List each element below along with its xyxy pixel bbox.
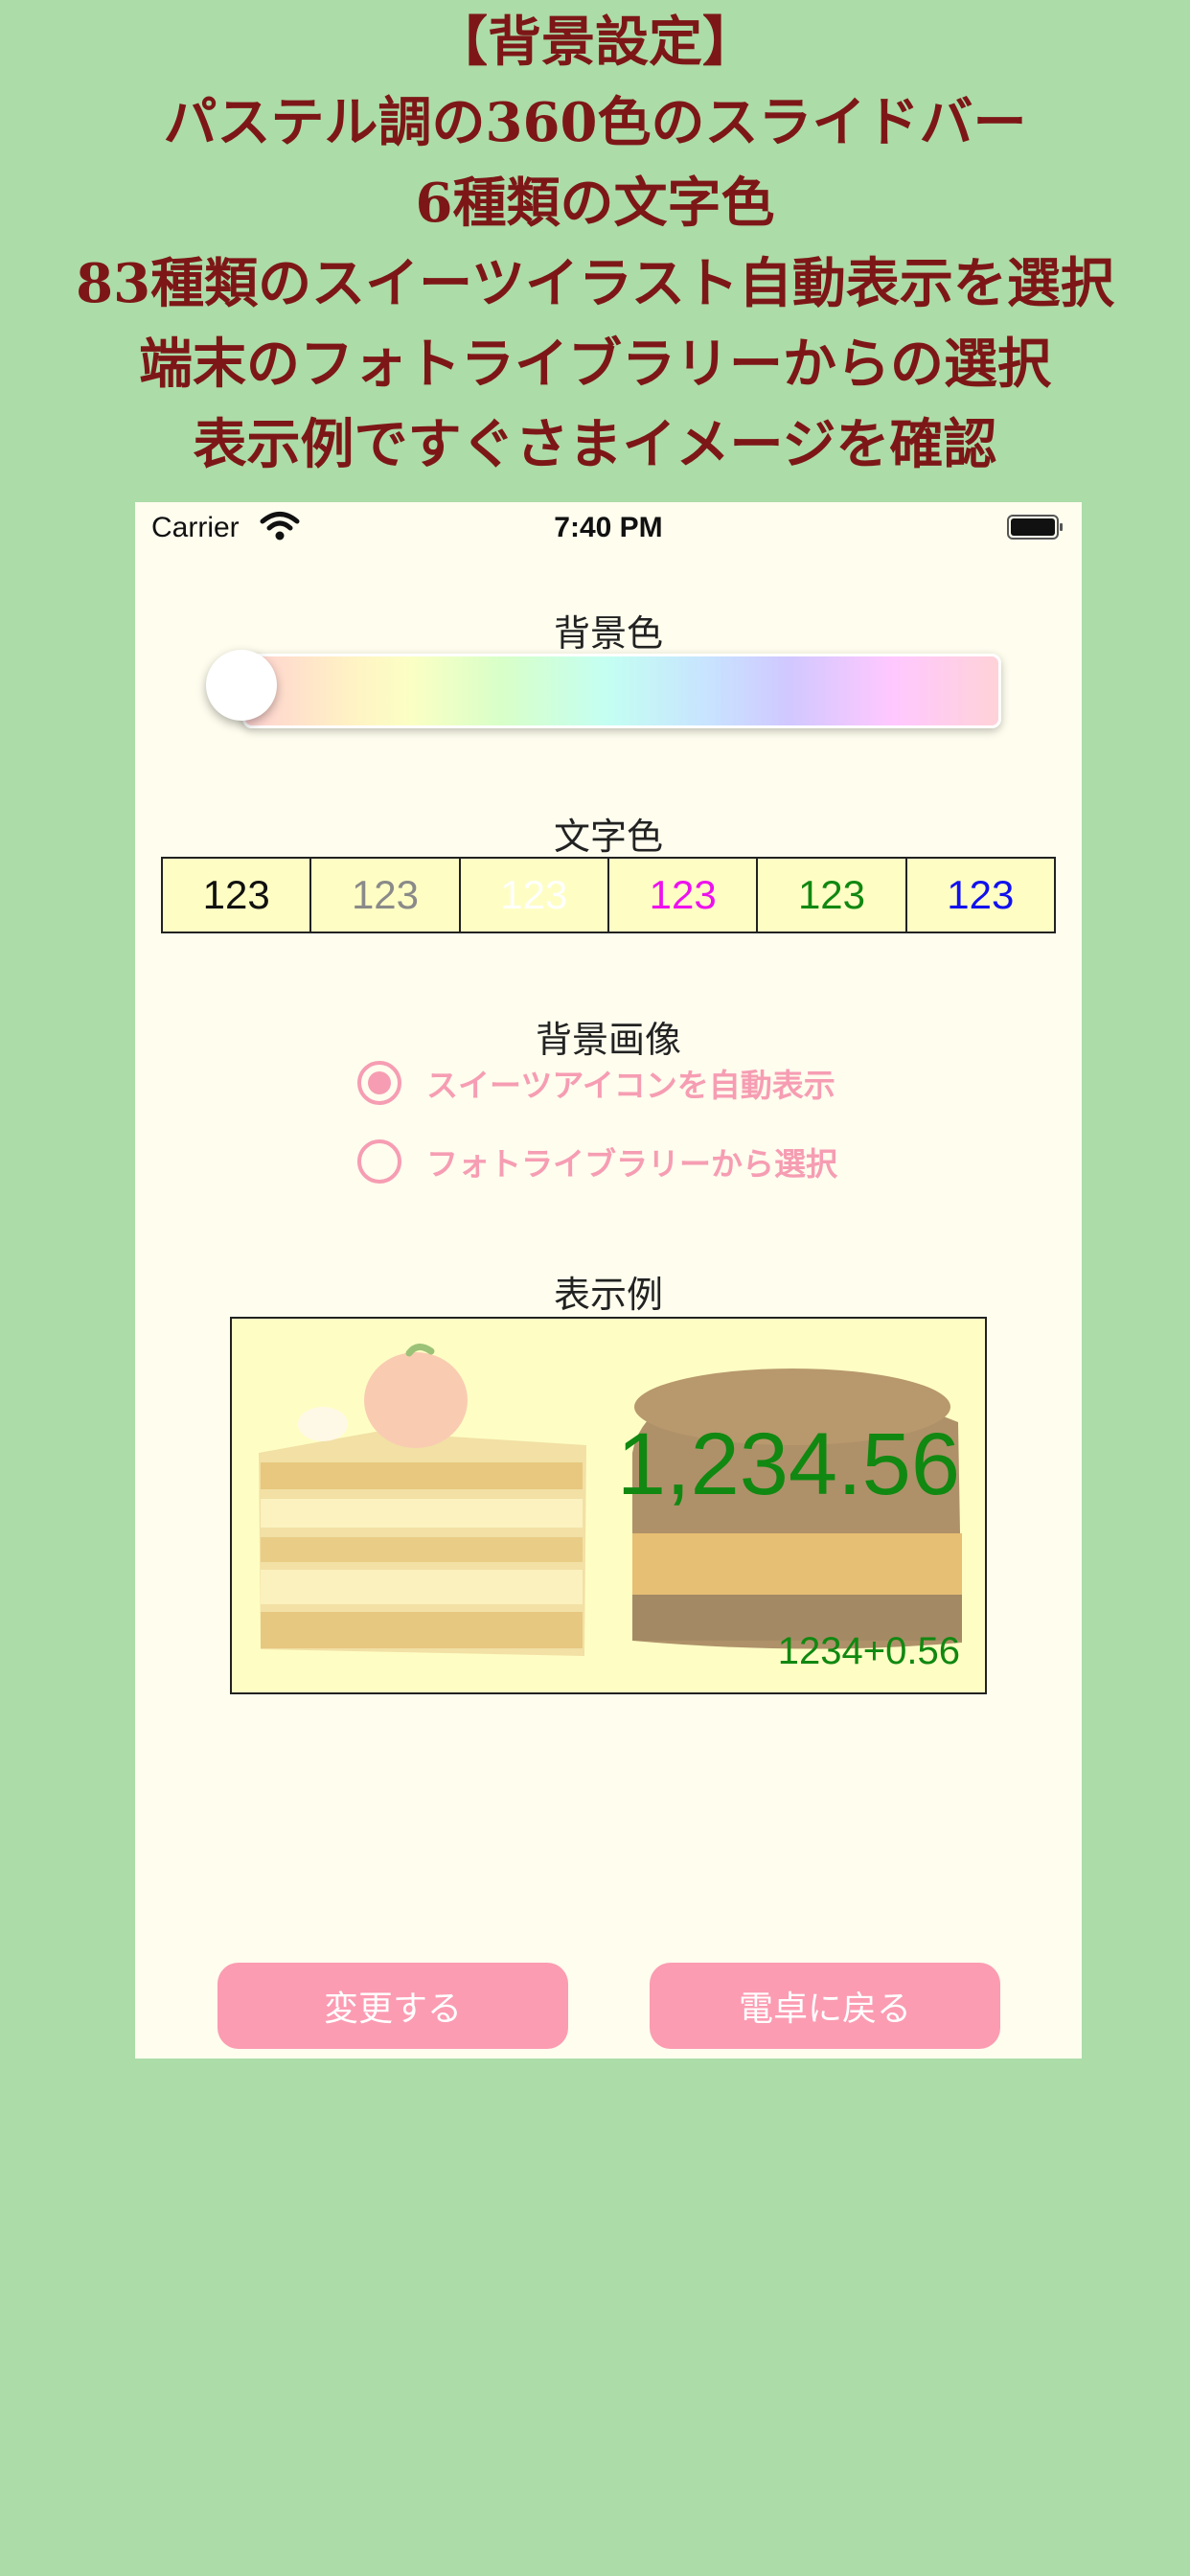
radio-label-sweets-auto: スイーツアイコンを自動表示 (426, 1067, 835, 1104)
text-color-option-green[interactable]: 123 (758, 859, 907, 932)
radio-label-photo-library: フォトライブラリーから選択 (426, 1145, 837, 1183)
text-color-label: 文字色 (553, 816, 663, 858)
slider-thumb[interactable] (206, 650, 277, 721)
preview-box: 1,234.56 1234+0.56 (230, 1317, 987, 1694)
radio-option-photo-library[interactable]: フォトライブラリーから選択 (357, 1138, 837, 1184)
promo-line-preview: 表示例ですぐさまイメージを確認 (193, 413, 997, 476)
radio-button-unselected-icon[interactable] (357, 1139, 401, 1184)
text-color-option-white[interactable]: 123 (461, 859, 609, 932)
radio-button-selected-icon[interactable] (357, 1061, 401, 1105)
promo-line-text-colors: 6種類の文字色 (415, 172, 775, 235)
promo-line-sweets: 83種類のスイーツイラスト自動表示を選択 (76, 252, 1114, 315)
promo-header: 【背景設定】 パステル調の360色のスライドバー 6種類の文字色 83種類のスイ… (0, 0, 1190, 485)
battery-icon (1007, 514, 1063, 540)
status-bar: Carrier 7:40 PM (135, 502, 1082, 554)
preview-label: 表示例 (553, 1274, 663, 1316)
promo-line-photo-library: 端末のフォトライブラリーからの選択 (139, 333, 1051, 396)
phone-screen: Carrier 7:40 PM 背景色 文字色 123 123 123 123 … (135, 502, 1082, 2058)
change-button[interactable]: 変更する (217, 1963, 568, 2049)
background-image-label: 背景画像 (535, 1019, 681, 1061)
back-to-calculator-button[interactable]: 電卓に戻る (650, 1963, 1000, 2049)
promo-title: 【背景設定】 (434, 11, 756, 74)
radio-option-sweets-auto[interactable]: スイーツアイコンを自動表示 (357, 1060, 835, 1106)
background-color-label: 背景色 (553, 612, 663, 655)
promo-line-slider: パステル調の360色のスライドバー (163, 91, 1027, 154)
text-color-option-black[interactable]: 123 (163, 859, 312, 932)
background-color-slider[interactable] (242, 654, 1001, 728)
text-color-option-gray[interactable]: 123 (311, 859, 461, 932)
preview-expression: 1234+0.56 (777, 1630, 960, 1672)
text-color-selector: 123 123 123 123 123 123 (161, 857, 1056, 933)
text-color-option-blue[interactable]: 123 (907, 859, 1054, 932)
status-time: 7:40 PM (554, 512, 663, 543)
preview-main-value: 1,234.56 (616, 1415, 960, 1513)
text-color-option-magenta[interactable]: 123 (609, 859, 759, 932)
